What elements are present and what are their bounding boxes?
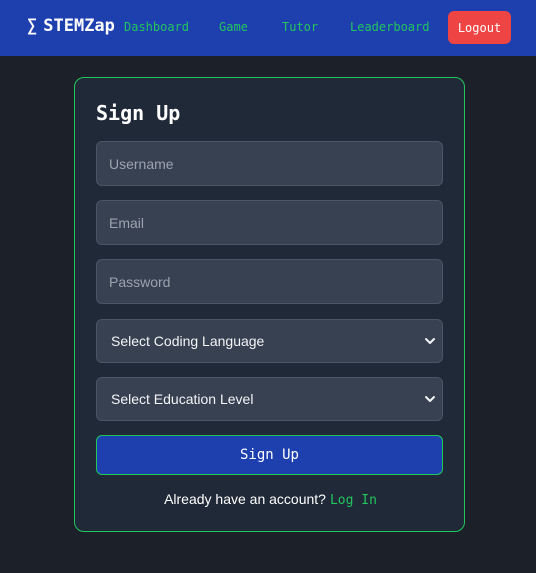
login-prompt-text: Already have an account? — [164, 491, 326, 507]
education-level-select[interactable]: Select Education Level — [96, 377, 443, 421]
nav-link-dashboard[interactable]: Dashboard — [124, 20, 189, 34]
login-link[interactable]: Log In — [330, 493, 377, 508]
logout-button[interactable]: Logout — [448, 11, 511, 44]
brand-name: STEMZap — [43, 16, 115, 36]
sigma-icon: ∑ — [27, 16, 38, 36]
login-prompt: Already have an account? Log In — [75, 491, 466, 508]
nav-link-game[interactable]: Game — [219, 20, 248, 34]
education-level-select-value: Select Education Level — [111, 391, 254, 407]
username-input[interactable] — [96, 141, 443, 186]
signup-submit-button[interactable]: Sign Up — [96, 435, 443, 475]
nav-link-tutor[interactable]: Tutor — [282, 20, 318, 34]
page-title: Sign Up — [96, 101, 181, 125]
password-input[interactable] — [96, 259, 443, 304]
email-input[interactable] — [96, 200, 443, 245]
coding-language-select-value: Select Coding Language — [111, 333, 265, 349]
brand-logo[interactable]: ∑ STEMZap — [27, 16, 115, 36]
top-navbar: ∑ STEMZap Dashboard Game Tutor Leaderboar… — [0, 0, 536, 56]
chevron-down-icon — [425, 338, 435, 344]
coding-language-select[interactable]: Select Coding Language — [96, 319, 443, 363]
signup-card: Sign Up Select Coding Language Select Ed… — [74, 77, 465, 532]
chevron-down-icon — [425, 396, 435, 402]
nav-link-leaderboard[interactable]: Leaderboard — [350, 20, 429, 34]
